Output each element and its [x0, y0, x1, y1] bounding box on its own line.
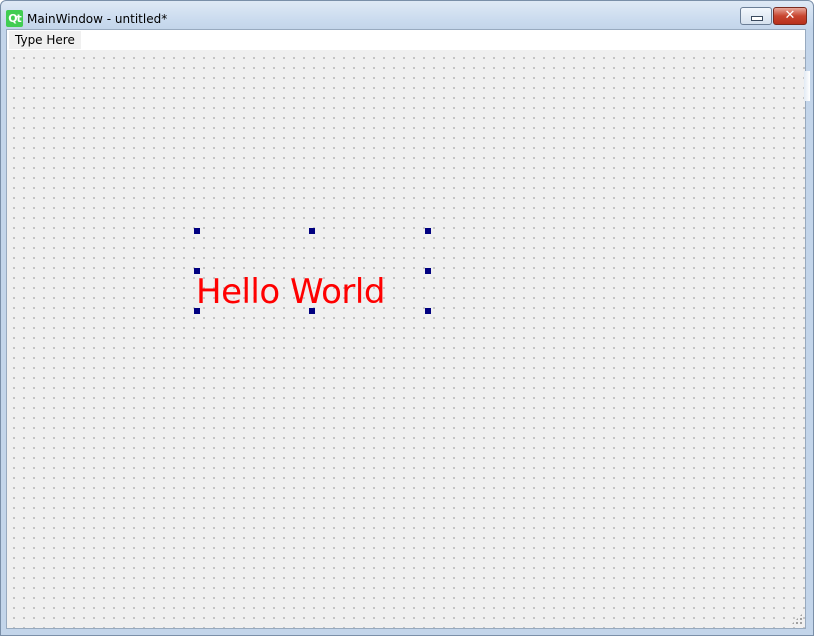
main-window: Qt MainWindow - untitled* ✕ Type Here He…: [0, 0, 814, 636]
close-icon: ✕: [784, 8, 796, 23]
menu-type-here[interactable]: Type Here: [9, 31, 81, 49]
hello-world-label[interactable]: Hello World: [196, 273, 385, 311]
menu-bar: Type Here: [7, 30, 805, 50]
designer-form: Type Here Hello World: [6, 29, 806, 629]
form-canvas[interactable]: Hello World: [7, 50, 805, 628]
minimize-button[interactable]: [740, 7, 772, 25]
selection-handle-middle-left[interactable]: [194, 268, 200, 274]
title-bar[interactable]: Qt MainWindow - untitled* ✕: [1, 1, 813, 29]
selection-handle-top-middle[interactable]: [309, 228, 315, 234]
close-button[interactable]: ✕: [773, 7, 807, 25]
selection-handle-top-left[interactable]: [194, 228, 200, 234]
minimize-icon: [751, 16, 763, 21]
selection-handle-bottom-left[interactable]: [194, 308, 200, 314]
selection-handle-middle-right[interactable]: [425, 268, 431, 274]
selection-handle-bottom-right[interactable]: [425, 308, 431, 314]
window-edge-highlight: [804, 71, 810, 101]
selection-handle-bottom-middle[interactable]: [309, 308, 315, 314]
qt-logo-icon: Qt: [6, 10, 23, 27]
selection-handle-top-right[interactable]: [425, 228, 431, 234]
window-title: MainWindow - untitled*: [27, 12, 168, 26]
